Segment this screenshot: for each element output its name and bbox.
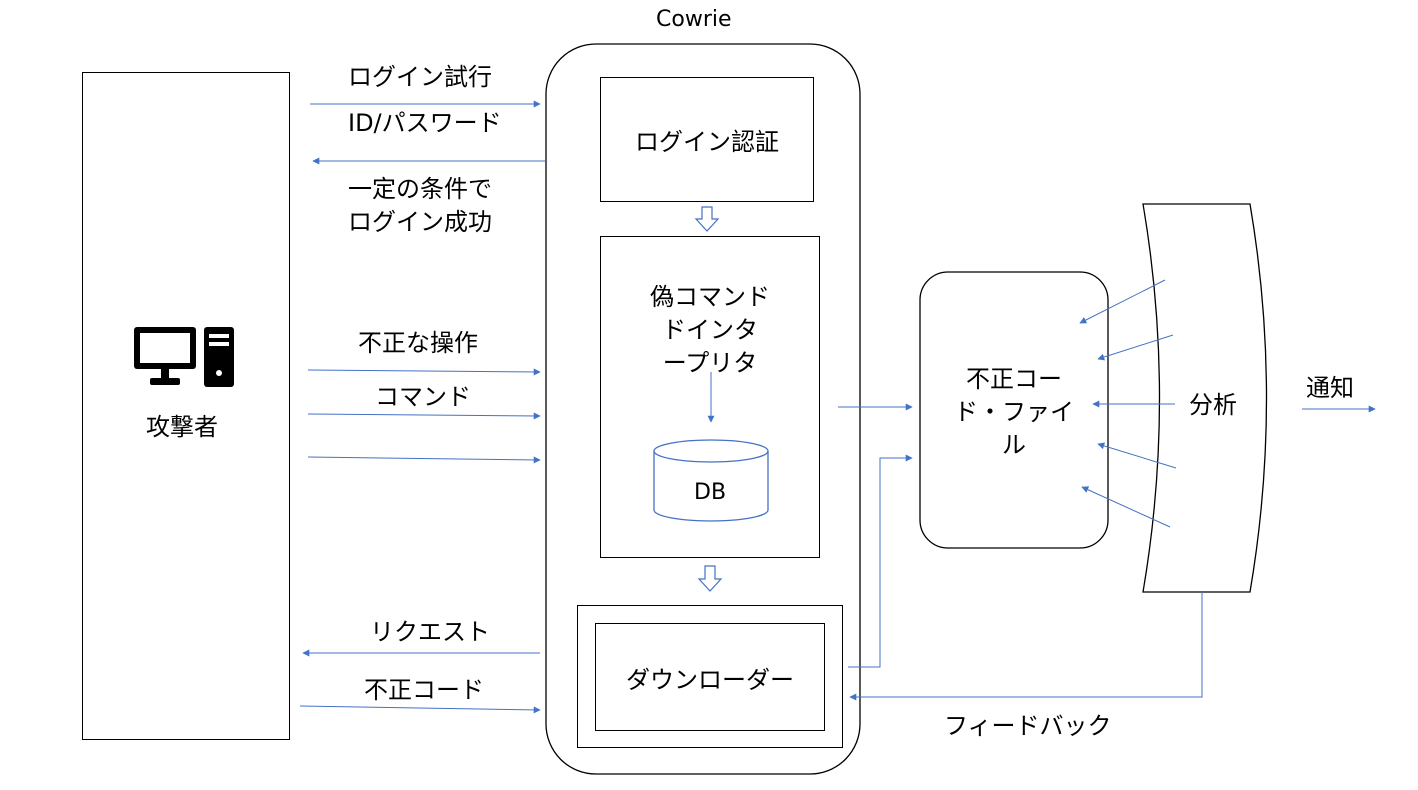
login-auth-box: ログイン認証 xyxy=(600,77,814,202)
arrow-analysis-2 xyxy=(1097,334,1174,361)
cowrie-title: Cowrie xyxy=(656,7,732,32)
attacker-label: 攻撃者 xyxy=(146,413,218,441)
arrow-feedback xyxy=(849,592,1203,701)
arrow-command xyxy=(307,412,541,420)
login-auth-label: ログイン認証 xyxy=(635,128,779,156)
arrow-analysis-5 xyxy=(1081,486,1171,528)
arrow-analysis-1 xyxy=(1079,279,1166,324)
down-arrow-login-to-cli xyxy=(694,206,720,232)
computer-icon xyxy=(134,327,234,387)
edge-malicious-code: 不正コード xyxy=(364,676,484,704)
arrow-extra xyxy=(307,456,541,464)
malicious-file-label: 不正コー ド・ファイ ル xyxy=(954,365,1074,459)
fake-cli-label: 偽コマンド ドインタ ープリタ xyxy=(650,283,770,377)
downloader-box: ダウンローダー xyxy=(595,623,825,731)
edge-feedback: フィードバック xyxy=(944,712,1112,740)
arrow-analysis-4 xyxy=(1097,442,1177,469)
edge-illegal-ops: 不正な操作 xyxy=(358,329,478,357)
arrow-downloader-to-file xyxy=(848,454,913,668)
down-arrow-cli-to-downloader xyxy=(697,565,723,592)
attacker-box xyxy=(82,72,290,740)
edge-id-password: ID/パスワード xyxy=(348,109,502,137)
edge-login-success: 一定の条件で ログイン成功 xyxy=(348,175,492,236)
notify-label: 通知 xyxy=(1306,374,1354,402)
edge-request: リクエスト xyxy=(370,618,490,646)
edge-login-attempt: ログイン試行 xyxy=(348,63,492,91)
db-label: DB xyxy=(694,480,727,505)
downloader-label: ダウンローダー xyxy=(626,665,794,694)
edge-command: コマンド xyxy=(375,383,471,411)
arrow-illegal-ops xyxy=(307,368,541,376)
analysis-label: 分析 xyxy=(1189,391,1237,419)
